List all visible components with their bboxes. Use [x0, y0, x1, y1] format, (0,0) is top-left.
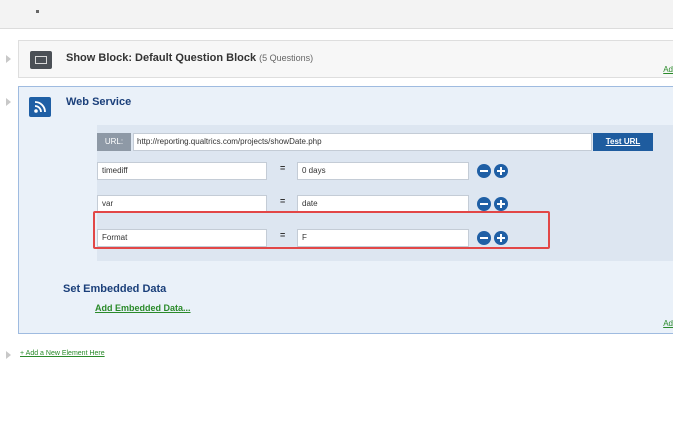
show-block-element[interactable]: Show Block: Default Question Block (5 Qu… [18, 40, 673, 78]
param-row: timediff = 0 days [97, 162, 537, 180]
top-bar [0, 0, 673, 29]
add-below-link[interactable]: Ad [663, 65, 673, 74]
add-embedded-data-link[interactable]: Add Embedded Data... [95, 303, 191, 313]
url-label: URL: [97, 133, 131, 151]
add-new-element-link[interactable]: + Add a New Element Here [20, 350, 105, 357]
minus-circle-icon[interactable] [477, 164, 491, 178]
minus-circle-icon[interactable] [477, 197, 491, 211]
highlight-box [93, 211, 550, 249]
equals-sign: = [280, 196, 286, 206]
web-service-title: Web Service [66, 96, 132, 108]
toolbar-dot [36, 10, 39, 13]
collapse-arrow-icon[interactable] [6, 98, 11, 106]
collapse-arrow-icon[interactable] [6, 351, 11, 359]
web-service-element[interactable]: Web Service URL: http://reporting.qualtr… [18, 86, 673, 334]
param-key-input[interactable]: timediff [97, 162, 267, 180]
rss-icon [29, 97, 51, 117]
param-value-input[interactable]: 0 days [297, 162, 469, 180]
test-url-button[interactable]: Test URL [593, 133, 653, 151]
url-row: URL: http://reporting.qualtrics.com/proj… [97, 133, 657, 151]
equals-sign: = [280, 163, 286, 173]
question-count: (5 Questions) [259, 53, 314, 63]
collapse-arrow-icon[interactable] [6, 55, 11, 63]
set-embedded-data-title: Set Embedded Data [63, 283, 167, 295]
url-input[interactable]: http://reporting.qualtrics.com/projects/… [133, 133, 592, 151]
block-icon [30, 51, 52, 69]
show-block-title: Show Block: Default Question Block (5 Qu… [66, 52, 314, 64]
plus-circle-icon[interactable] [494, 197, 508, 211]
plus-circle-icon[interactable] [494, 164, 508, 178]
add-below-link[interactable]: Ad [663, 319, 673, 328]
